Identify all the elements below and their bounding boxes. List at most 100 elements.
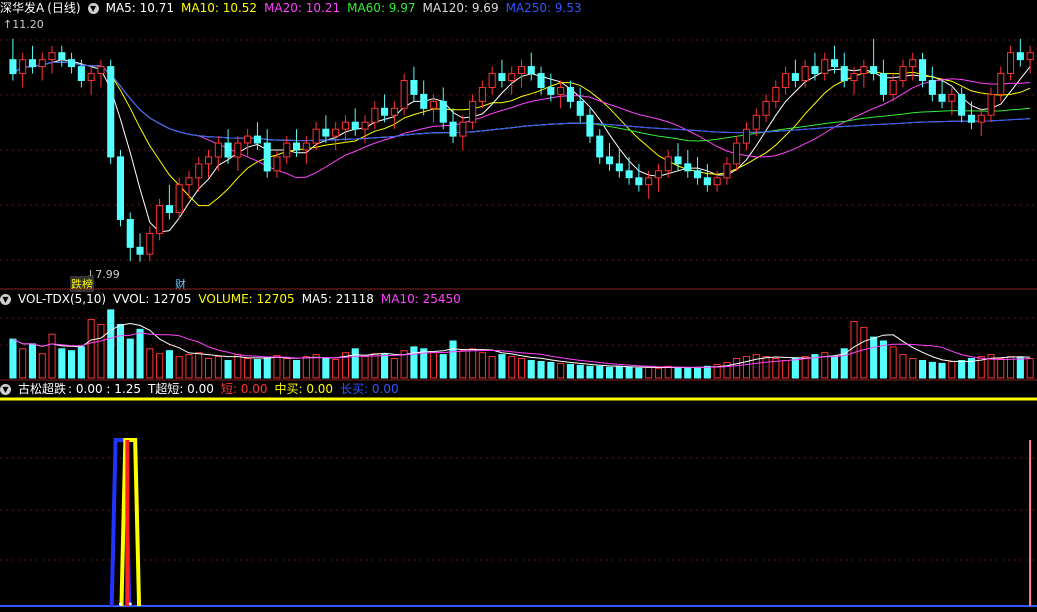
volume-bar	[625, 366, 633, 379]
candle-body	[126, 219, 134, 248]
candle-body	[606, 156, 614, 165]
candle-body	[860, 66, 868, 74]
volume-bar	[899, 354, 907, 379]
volume-bar	[928, 361, 936, 379]
candle-body	[997, 73, 1005, 95]
candle-body	[625, 170, 633, 179]
volume-bar	[116, 324, 125, 379]
volume-bar	[557, 362, 565, 379]
candle-body	[498, 73, 506, 81]
volume-bar	[58, 348, 66, 379]
candle-body	[840, 66, 848, 81]
volume-bar	[449, 340, 457, 379]
volume-bar	[371, 353, 379, 379]
candle-body	[586, 114, 594, 137]
candle-body	[429, 100, 437, 109]
volume-bar	[87, 319, 95, 379]
candle-body	[332, 128, 340, 137]
candle-body	[684, 163, 692, 172]
volume-bar	[136, 328, 144, 379]
candle-body	[811, 66, 819, 74]
candle-body	[889, 80, 897, 95]
volume-bar	[224, 360, 232, 379]
volume-bar	[439, 354, 447, 379]
candle-body	[713, 177, 721, 186]
volume-bar	[488, 356, 496, 379]
candle-body	[361, 121, 369, 130]
candle-body	[185, 177, 193, 186]
volume-bar	[606, 366, 614, 379]
candle-body	[733, 142, 741, 165]
volume-bar	[938, 362, 946, 379]
candle-body	[400, 80, 408, 109]
volume-bar	[791, 358, 799, 379]
candle-body	[449, 121, 457, 137]
volume-bar	[283, 358, 291, 379]
candle-body	[156, 205, 164, 234]
candle-body	[948, 93, 956, 102]
candle-body	[566, 87, 575, 102]
candle-body	[967, 114, 976, 123]
volume-bar	[684, 367, 692, 379]
candle-body	[1026, 52, 1034, 61]
volume-bar	[566, 363, 575, 379]
volume-bar	[870, 336, 878, 379]
volume-bar	[293, 360, 301, 379]
candle-body	[850, 73, 858, 81]
candle-body	[654, 170, 663, 179]
candle-body	[68, 59, 76, 68]
candle-body	[801, 66, 809, 81]
candle-body	[615, 163, 623, 172]
volume-bar	[410, 346, 418, 379]
volume-bar	[9, 338, 17, 379]
candle-body	[87, 73, 95, 81]
candle-body	[987, 93, 995, 116]
volume-bar	[351, 348, 359, 379]
candle-body	[293, 142, 301, 151]
volume-bar	[469, 348, 477, 379]
volume-bar	[429, 352, 437, 379]
candle-body	[645, 177, 653, 186]
candle-body	[518, 66, 526, 74]
volume-bar	[801, 356, 809, 379]
candle-body	[9, 59, 17, 75]
volume-bar	[723, 361, 731, 379]
volume-bar	[909, 358, 917, 379]
candle-body	[635, 177, 643, 186]
volume-bar	[478, 352, 486, 379]
candle-body	[772, 87, 780, 102]
candle-body	[596, 135, 604, 158]
volume-bar	[381, 354, 389, 379]
volume-bar	[1016, 357, 1024, 379]
volume-bar	[459, 350, 467, 379]
candle-body	[273, 156, 281, 172]
volume-bar	[38, 353, 46, 379]
volume-bar	[77, 346, 85, 379]
candle-body	[244, 135, 252, 144]
candle-body	[234, 142, 242, 158]
volume-bar	[175, 356, 183, 379]
volume-bar	[831, 356, 839, 379]
candle-body	[390, 107, 398, 116]
volume-bar	[850, 321, 858, 379]
candle-body	[195, 163, 203, 179]
candle-body	[77, 66, 85, 81]
candle-body	[791, 73, 799, 81]
candle-body	[1007, 52, 1015, 74]
volume-bar	[615, 365, 623, 379]
candle-body	[928, 80, 936, 95]
candle-body	[175, 184, 183, 213]
volume-bar	[586, 365, 594, 379]
candle-body	[48, 52, 56, 61]
candle-body	[410, 80, 418, 95]
candle-body	[508, 73, 516, 81]
candle-body	[97, 66, 105, 74]
candle-body	[1016, 52, 1024, 61]
volume-bar	[919, 360, 927, 379]
volume-bar	[596, 365, 604, 379]
indicator-dot-t-short	[128, 602, 132, 606]
candle-body	[938, 93, 946, 102]
candle-body	[459, 121, 467, 137]
volume-bar	[518, 358, 526, 379]
candle-body	[879, 73, 888, 95]
